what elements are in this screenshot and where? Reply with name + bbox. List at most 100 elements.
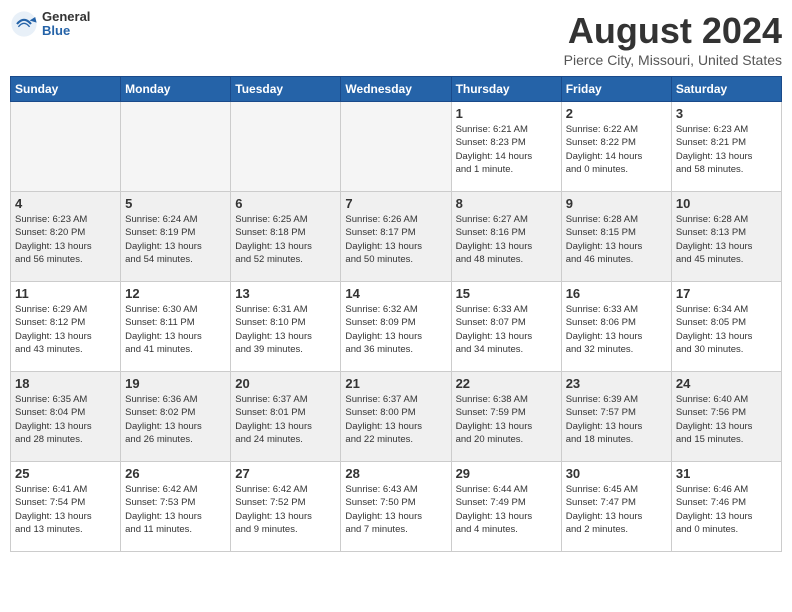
day-number: 3	[676, 106, 777, 121]
calendar-week-2: 4 Sunrise: 6:23 AM Sunset: 8:20 PM Daylig…	[11, 192, 782, 282]
day-info: Sunrise: 6:30 AM Sunset: 8:11 PM Dayligh…	[125, 303, 226, 356]
day-number: 17	[676, 286, 777, 301]
day-number: 19	[125, 376, 226, 391]
day-number: 15	[456, 286, 557, 301]
page-header: General Blue August 2024 Pierce City, Mi…	[10, 10, 782, 68]
calendar-cell	[11, 102, 121, 192]
day-number: 4	[15, 196, 116, 211]
calendar-cell: 26Sunrise: 6:42 AM Sunset: 7:53 PM Dayli…	[121, 462, 231, 552]
calendar-cell: 21Sunrise: 6:37 AM Sunset: 8:00 PM Dayli…	[341, 372, 451, 462]
calendar-cell: 9 Sunrise: 6:28 AM Sunset: 8:15 PM Daylig…	[561, 192, 671, 282]
day-number: 18	[15, 376, 116, 391]
weekday-header-sunday: Sunday	[11, 77, 121, 102]
calendar-cell: 14Sunrise: 6:32 AM Sunset: 8:09 PM Dayli…	[341, 282, 451, 372]
day-number: 1	[456, 106, 557, 121]
day-info: Sunrise: 6:27 AM Sunset: 8:16 PM Dayligh…	[456, 213, 557, 266]
day-info: Sunrise: 6:23 AM Sunset: 8:20 PM Dayligh…	[15, 213, 116, 266]
calendar-week-1: 1 Sunrise: 6:21 AM Sunset: 8:23 PM Daylig…	[11, 102, 782, 192]
day-number: 2	[566, 106, 667, 121]
month-title: August 2024	[564, 10, 782, 52]
calendar-cell: 3 Sunrise: 6:23 AM Sunset: 8:21 PM Daylig…	[671, 102, 781, 192]
day-info: Sunrise: 6:37 AM Sunset: 8:01 PM Dayligh…	[235, 393, 336, 446]
weekday-header-row: SundayMondayTuesdayWednesdayThursdayFrid…	[11, 77, 782, 102]
day-number: 25	[15, 466, 116, 481]
day-info: Sunrise: 6:36 AM Sunset: 8:02 PM Dayligh…	[125, 393, 226, 446]
calendar-cell: 25 Sunrise: 6:41 AM Sunset: 7:54 PM Dayli…	[11, 462, 121, 552]
weekday-header-saturday: Saturday	[671, 77, 781, 102]
title-block: August 2024 Pierce City, Missouri, Unite…	[564, 10, 782, 68]
day-info: Sunrise: 6:46 AM Sunset: 7:46 PM Dayligh…	[676, 483, 777, 536]
calendar-cell: 4 Sunrise: 6:23 AM Sunset: 8:20 PM Daylig…	[11, 192, 121, 282]
calendar-cell: 7Sunrise: 6:26 AM Sunset: 8:17 PM Daylig…	[341, 192, 451, 282]
calendar-cell	[341, 102, 451, 192]
day-number: 24	[676, 376, 777, 391]
day-info: Sunrise: 6:22 AM Sunset: 8:22 PM Dayligh…	[566, 123, 667, 176]
day-number: 11	[15, 286, 116, 301]
calendar-cell: 5Sunrise: 6:24 AM Sunset: 8:19 PM Daylig…	[121, 192, 231, 282]
day-info: Sunrise: 6:45 AM Sunset: 7:47 PM Dayligh…	[566, 483, 667, 536]
location: Pierce City, Missouri, United States	[564, 52, 782, 68]
logo-general-text: General	[42, 10, 90, 24]
day-info: Sunrise: 6:28 AM Sunset: 8:13 PM Dayligh…	[676, 213, 777, 266]
logo-blue-text: Blue	[42, 24, 90, 38]
day-number: 6	[235, 196, 336, 211]
calendar-cell: 1 Sunrise: 6:21 AM Sunset: 8:23 PM Daylig…	[451, 102, 561, 192]
calendar-cell: 28 Sunrise: 6:43 AM Sunset: 7:50 PM Dayli…	[341, 462, 451, 552]
calendar-cell: 15Sunrise: 6:33 AM Sunset: 8:07 PM Dayli…	[451, 282, 561, 372]
day-number: 22	[456, 376, 557, 391]
calendar-cell: 27Sunrise: 6:42 AM Sunset: 7:52 PM Dayli…	[231, 462, 341, 552]
calendar-cell: 31 Sunrise: 6:46 AM Sunset: 7:46 PM Dayli…	[671, 462, 781, 552]
day-info: Sunrise: 6:33 AM Sunset: 8:06 PM Dayligh…	[566, 303, 667, 356]
day-info: Sunrise: 6:29 AM Sunset: 8:12 PM Dayligh…	[15, 303, 116, 356]
day-info: Sunrise: 6:40 AM Sunset: 7:56 PM Dayligh…	[676, 393, 777, 446]
day-number: 16	[566, 286, 667, 301]
day-number: 30	[566, 466, 667, 481]
day-info: Sunrise: 6:41 AM Sunset: 7:54 PM Dayligh…	[15, 483, 116, 536]
calendar-cell: 11 Sunrise: 6:29 AM Sunset: 8:12 PM Dayli…	[11, 282, 121, 372]
calendar-week-3: 11 Sunrise: 6:29 AM Sunset: 8:12 PM Dayli…	[11, 282, 782, 372]
day-number: 12	[125, 286, 226, 301]
logo-text: General Blue	[42, 10, 90, 39]
day-info: Sunrise: 6:42 AM Sunset: 7:52 PM Dayligh…	[235, 483, 336, 536]
day-info: Sunrise: 6:39 AM Sunset: 7:57 PM Dayligh…	[566, 393, 667, 446]
day-number: 9	[566, 196, 667, 211]
day-number: 13	[235, 286, 336, 301]
weekday-header-wednesday: Wednesday	[341, 77, 451, 102]
calendar-cell: 10 Sunrise: 6:28 AM Sunset: 8:13 PM Dayli…	[671, 192, 781, 282]
calendar-cell: 29 Sunrise: 6:44 AM Sunset: 7:49 PM Dayli…	[451, 462, 561, 552]
calendar-cell: 22 Sunrise: 6:38 AM Sunset: 7:59 PM Dayli…	[451, 372, 561, 462]
day-info: Sunrise: 6:38 AM Sunset: 7:59 PM Dayligh…	[456, 393, 557, 446]
calendar-cell: 20Sunrise: 6:37 AM Sunset: 8:01 PM Dayli…	[231, 372, 341, 462]
day-info: Sunrise: 6:32 AM Sunset: 8:09 PM Dayligh…	[345, 303, 446, 356]
day-info: Sunrise: 6:23 AM Sunset: 8:21 PM Dayligh…	[676, 123, 777, 176]
day-number: 29	[456, 466, 557, 481]
day-info: Sunrise: 6:25 AM Sunset: 8:18 PM Dayligh…	[235, 213, 336, 266]
day-info: Sunrise: 6:28 AM Sunset: 8:15 PM Dayligh…	[566, 213, 667, 266]
day-number: 28	[345, 466, 446, 481]
calendar-cell: 30 Sunrise: 6:45 AM Sunset: 7:47 PM Dayli…	[561, 462, 671, 552]
weekday-header-thursday: Thursday	[451, 77, 561, 102]
calendar-cell	[231, 102, 341, 192]
day-number: 8	[456, 196, 557, 211]
calendar-cell: 8 Sunrise: 6:27 AM Sunset: 8:16 PM Daylig…	[451, 192, 561, 282]
calendar-cell: 16 Sunrise: 6:33 AM Sunset: 8:06 PM Dayli…	[561, 282, 671, 372]
logo-icon	[10, 10, 38, 38]
day-info: Sunrise: 6:43 AM Sunset: 7:50 PM Dayligh…	[345, 483, 446, 536]
calendar-cell: 12 Sunrise: 6:30 AM Sunset: 8:11 PM Dayli…	[121, 282, 231, 372]
day-number: 23	[566, 376, 667, 391]
calendar-table: SundayMondayTuesdayWednesdayThursdayFrid…	[10, 76, 782, 552]
day-info: Sunrise: 6:35 AM Sunset: 8:04 PM Dayligh…	[15, 393, 116, 446]
day-info: Sunrise: 6:34 AM Sunset: 8:05 PM Dayligh…	[676, 303, 777, 356]
weekday-header-monday: Monday	[121, 77, 231, 102]
day-number: 31	[676, 466, 777, 481]
calendar-cell: 13Sunrise: 6:31 AM Sunset: 8:10 PM Dayli…	[231, 282, 341, 372]
calendar-cell: 23 Sunrise: 6:39 AM Sunset: 7:57 PM Dayli…	[561, 372, 671, 462]
calendar-cell: 24 Sunrise: 6:40 AM Sunset: 7:56 PM Dayli…	[671, 372, 781, 462]
day-info: Sunrise: 6:21 AM Sunset: 8:23 PM Dayligh…	[456, 123, 557, 176]
day-number: 10	[676, 196, 777, 211]
day-info: Sunrise: 6:24 AM Sunset: 8:19 PM Dayligh…	[125, 213, 226, 266]
day-info: Sunrise: 6:42 AM Sunset: 7:53 PM Dayligh…	[125, 483, 226, 536]
calendar-cell: 17 Sunrise: 6:34 AM Sunset: 8:05 PM Dayli…	[671, 282, 781, 372]
day-info: Sunrise: 6:44 AM Sunset: 7:49 PM Dayligh…	[456, 483, 557, 536]
calendar-cell: 18 Sunrise: 6:35 AM Sunset: 8:04 PM Dayli…	[11, 372, 121, 462]
